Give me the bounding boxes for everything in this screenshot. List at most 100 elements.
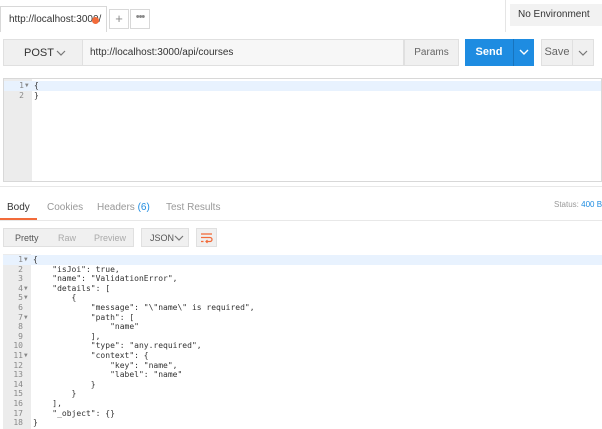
- code-line: 18}: [3, 418, 602, 428]
- code-text: {: [33, 293, 77, 303]
- fold-toggle-icon[interactable]: ▼: [24, 255, 30, 265]
- code-line: 8 "name": [3, 322, 602, 332]
- view-mode-group: Pretty Raw Preview: [3, 228, 134, 247]
- line-number: 16: [13, 399, 23, 408]
- code-text: "name": [33, 322, 139, 332]
- fold-toggle-icon[interactable]: ▼: [24, 313, 30, 323]
- line-number: 9: [18, 331, 23, 341]
- fold-toggle-icon[interactable]: ▼: [24, 351, 30, 361]
- pane-divider[interactable]: [0, 186, 602, 187]
- code-line: 2 "isJoi": true,: [3, 265, 602, 275]
- fold-toggle-icon[interactable]: ▼: [24, 293, 30, 303]
- line-number: 17: [13, 408, 23, 418]
- code-line: 16 ],: [3, 399, 602, 409]
- format-select[interactable]: JSON: [141, 228, 189, 247]
- code-text: ],: [33, 331, 101, 341]
- line-number: 6: [18, 303, 23, 312]
- line-number: 13: [13, 370, 23, 380]
- send-button[interactable]: Send: [465, 39, 513, 66]
- line-number: 10: [13, 341, 23, 351]
- response-status: Status: 400 Ba: [554, 200, 602, 209]
- code-line: 1 ▼{: [3, 255, 602, 265]
- code-text: "name": "ValidationError",: [33, 274, 178, 284]
- code-line: 9 ],: [3, 332, 602, 342]
- code-text: "key": "name",: [33, 360, 178, 370]
- view-raw-button[interactable]: Raw: [58, 233, 76, 243]
- code-text: "type": "any.required",: [33, 341, 202, 351]
- more-tabs-button[interactable]: •••: [130, 9, 150, 29]
- url-input[interactable]: http://localhost:3000/api/courses: [83, 39, 404, 66]
- line-number: 8: [18, 322, 23, 332]
- chevron-down-icon: [174, 232, 184, 246]
- code-line: 1 ▼{: [4, 81, 601, 91]
- response-body-viewer[interactable]: 1 ▼{2 "isJoi": true, 3 "name": "Validation…: [3, 254, 602, 429]
- code-line: 12 "key": "name",: [3, 361, 602, 371]
- code-text: ],: [33, 399, 62, 408]
- code-text: "path": [: [33, 312, 135, 322]
- save-options-button[interactable]: [573, 39, 594, 66]
- save-button[interactable]: Save: [541, 39, 573, 66]
- line-number: 1: [19, 81, 24, 90]
- format-label: JSON: [150, 233, 175, 243]
- tabs-divider: [0, 220, 602, 221]
- line-number: 12: [13, 360, 23, 370]
- tab-cookies[interactable]: Cookies: [47, 202, 83, 213]
- code-text: "context": {: [33, 351, 149, 360]
- line-number: 4: [18, 283, 23, 293]
- fold-toggle-icon[interactable]: ▼: [25, 81, 31, 91]
- line-number: 5: [18, 293, 23, 303]
- code-text: }: [34, 90, 39, 100]
- code-line: 10 "type": "any.required",: [3, 341, 602, 351]
- headers-count-badge: (6): [137, 202, 150, 213]
- tab-headers-label: Headers: [97, 202, 135, 213]
- wrap-lines-button[interactable]: [196, 228, 217, 247]
- wrap-icon: [201, 233, 213, 244]
- unsaved-dot-icon: [92, 17, 99, 24]
- view-preview-button[interactable]: Preview: [94, 233, 126, 243]
- line-number: 14: [13, 379, 23, 389]
- code-text: "label": "name": [33, 370, 183, 380]
- code-text: "details": [: [33, 283, 111, 293]
- code-text: }: [33, 418, 38, 428]
- tab-headers[interactable]: Headers (6): [97, 202, 150, 213]
- code-line: 5 ▼ {: [3, 293, 602, 303]
- code-line: 11 ▼ "context": {: [3, 351, 602, 361]
- new-tab-button[interactable]: +: [109, 9, 129, 29]
- view-pretty-button[interactable]: Pretty: [15, 233, 39, 243]
- params-button[interactable]: Params: [404, 39, 459, 66]
- request-tab-title: http://localhost:3000/: [9, 14, 102, 25]
- method-label: POST: [24, 47, 54, 59]
- line-number: 15: [13, 389, 23, 399]
- code-text: {: [33, 255, 38, 264]
- code-text: "_object": {}: [33, 408, 115, 418]
- request-tab[interactable]: http://localhost:3000/: [0, 6, 107, 32]
- code-line: 15 }: [3, 389, 602, 399]
- method-select[interactable]: POST: [3, 39, 83, 66]
- line-number: 2: [19, 90, 24, 100]
- code-line: 4 ▼ "details": [: [3, 284, 602, 294]
- line-number: 3: [18, 274, 23, 284]
- code-line: 7 ▼ "path": [: [3, 313, 602, 323]
- tab-test-results[interactable]: Test Results: [166, 202, 220, 213]
- status-label: Status:: [554, 200, 579, 209]
- code-line: 14 }: [3, 380, 602, 390]
- tab-body[interactable]: Body: [7, 202, 30, 213]
- line-number: 2: [18, 264, 23, 274]
- status-value: 400 Ba: [581, 200, 602, 209]
- code-line: 3 "name": "ValidationError",: [3, 274, 602, 284]
- line-number: 1: [18, 255, 23, 264]
- code-text: "message": "\"name\" is required",: [33, 303, 255, 312]
- chevron-down-icon: [578, 50, 588, 56]
- environment-label: No Environment: [518, 9, 590, 20]
- environment-select[interactable]: No Environment: [510, 4, 602, 26]
- request-body-editor[interactable]: 1 ▼{2}: [3, 78, 602, 182]
- env-separator: [505, 0, 506, 32]
- fold-toggle-icon[interactable]: ▼: [24, 284, 30, 294]
- code-text: "isJoi": true,: [33, 264, 120, 274]
- line-number: 11: [13, 351, 23, 360]
- code-line: 13 "label": "name": [3, 370, 602, 380]
- code-line: 17 "_object": {}: [3, 409, 602, 419]
- code-line: 2}: [4, 91, 601, 101]
- chevron-down-icon: [519, 49, 529, 55]
- send-options-button[interactable]: [513, 39, 534, 66]
